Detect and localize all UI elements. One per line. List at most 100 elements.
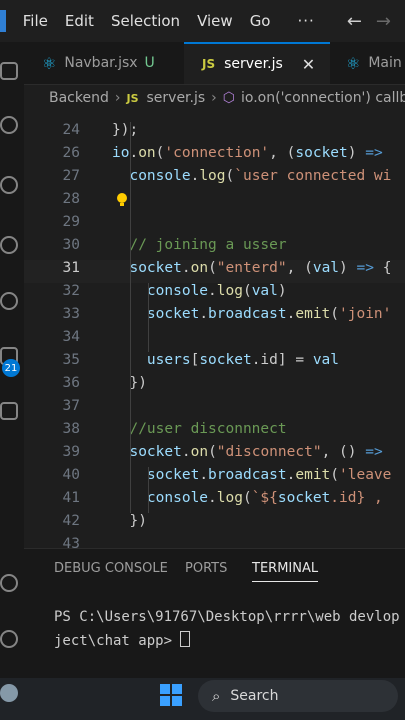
code-line: 36 }) [24,375,405,398]
tab-terminal[interactable]: TERMINAL [252,561,319,582]
symbol-method-icon: ⬡ [222,90,236,106]
line-number: 37 [62,398,80,414]
terminal-line: PS C:\Users\91767\Desktop\rrrr\web devlo… [54,609,400,625]
code-line: 41 console.log(`${socket.id} , [24,490,405,513]
menu-edit[interactable]: Edit [65,12,94,30]
code-line: 32 console.log(val) [24,283,405,306]
notification-badge: 21 [2,359,20,377]
menu-selection[interactable]: Selection [111,12,180,30]
code-text: socket.on("disconnect", () => [129,444,383,460]
code-text: io.on('connection', (socket) => [112,145,383,161]
line-number: 41 [62,490,80,506]
code-line: 27 console.log(`user connected wi [24,168,405,191]
prompt-text: ject\chat app> [54,633,181,649]
code-line: 24}); [24,122,405,145]
code-text: users[socket.id] = val [146,352,340,368]
line-number: 42 [62,513,80,529]
react-icon: ⚛ [42,53,57,73]
untracked-badge: U [144,55,155,71]
js-icon: JS [126,91,139,105]
code-editor[interactable]: 24}); 26 io.on('connection', (socket) => 27… [24,110,405,548]
code-text: }) [112,513,147,529]
search-label: Search [230,688,279,704]
terminal-prompt: ject\chat app> [54,631,191,649]
menu-go[interactable]: Go [250,12,271,30]
tab-main[interactable]: ⚛ Main [332,42,405,84]
line-number: 32 [62,283,80,299]
line-number: 26 [62,145,80,161]
panel-tabs: DEBUG CONSOLE PORTS TERMINAL [24,548,405,589]
code-line: 26 io.on('connection', (socket) => [24,145,405,168]
vscode-logo-icon [0,10,6,32]
line-number: 40 [62,467,80,483]
code-line: 35 users[socket.id] = val [24,352,405,375]
tab-navbar[interactable]: ⚛ Navbar.jsx U [24,42,182,84]
weather-widget-icon[interactable] [0,684,18,702]
code-line: 37 [24,398,405,421]
line-number: 35 [62,352,80,368]
code-line: 39 socket.on("disconnect", () => [24,444,405,467]
code-line: 33 socket.broadcast.emit('join' [24,306,405,329]
indent-guide [148,283,149,352]
run-debug-icon[interactable] [0,236,18,254]
code-text: // joining a usser [112,237,287,253]
account-icon[interactable] [0,574,18,592]
taskbar-search[interactable]: ⌕ Search [198,680,398,712]
line-number: 29 [62,214,80,230]
code-line: 42 }) [24,513,405,536]
line-number: 39 [62,444,80,460]
tab-label: Navbar.jsx [64,55,138,71]
menu-file[interactable]: File [23,12,48,30]
react-icon: ⚛ [346,53,361,73]
line-number: 33 [62,306,80,322]
code-text: socket.broadcast.emit('leave [146,467,392,483]
explorer-icon[interactable] [0,62,18,80]
code-line: 34 [24,329,405,352]
line-number: 30 [62,237,80,253]
code-text: console.log(`${socket.id} , [146,490,383,506]
terminal-cursor [180,631,191,647]
more-menu-icon[interactable]: ··· [298,12,315,30]
code-line: 28 [24,191,405,214]
editor-tabs: ⚛ Navbar.jsx U JS server.js ✕ ⚛ Main [24,42,405,85]
settings-gear-icon[interactable] [0,630,18,648]
code-line: 43 [24,536,405,548]
code-line: 40 socket.broadcast.emit('leave [24,467,405,490]
code-line: 29 [24,214,405,237]
tab-server-js[interactable]: JS server.js ✕ [184,42,330,84]
code-text: socket.on("enterd", (val) => { [129,260,392,276]
breadcrumb-file[interactable]: server.js [147,90,206,106]
extensions-icon[interactable] [0,402,18,420]
search-icon: ⌕ [212,687,221,705]
forward-arrow-icon[interactable]: → [376,11,391,32]
tab-label: server.js [224,56,283,72]
windows-start-icon[interactable] [160,684,182,706]
back-arrow-icon[interactable]: ← [347,11,362,32]
tab-debug-console[interactable]: DEBUG CONSOLE [54,561,168,576]
terminal[interactable]: PS C:\Users\91767\Desktop\rrrr\web devlo… [24,589,405,678]
code-text: //user disconnnect [112,421,287,437]
tab-label: Main [368,55,402,71]
timeline-icon[interactable] [0,292,18,310]
code-line: 31 socket.on("enterd", (val) => { [24,260,405,283]
line-number: 28 [62,191,80,207]
code-text: console.log(`user connected wi [129,168,392,184]
menu-view[interactable]: View [197,12,233,30]
chevron-right-icon: › [211,90,217,106]
search-icon[interactable] [0,116,18,134]
line-number: 43 [62,536,80,548]
line-number: 36 [62,375,80,391]
code-text: console.log(val) [146,283,287,299]
code-text: }); [112,122,139,138]
tab-ports[interactable]: PORTS [185,561,227,576]
line-number: 27 [62,168,80,184]
code-line: 38 //user disconnnect [24,421,405,444]
source-control-icon[interactable] [0,176,18,194]
breadcrumb-folder[interactable]: Backend [49,90,109,106]
code-text: socket.broadcast.emit('join' [146,306,392,322]
line-number: 24 [62,122,80,138]
breadcrumb-symbol[interactable]: io.on('connection') callb [241,90,405,106]
close-icon[interactable]: ✕ [302,55,315,74]
breadcrumb: Backend › JS server.js › ⬡ io.on('connec… [24,86,405,110]
indent-guide [148,467,149,513]
